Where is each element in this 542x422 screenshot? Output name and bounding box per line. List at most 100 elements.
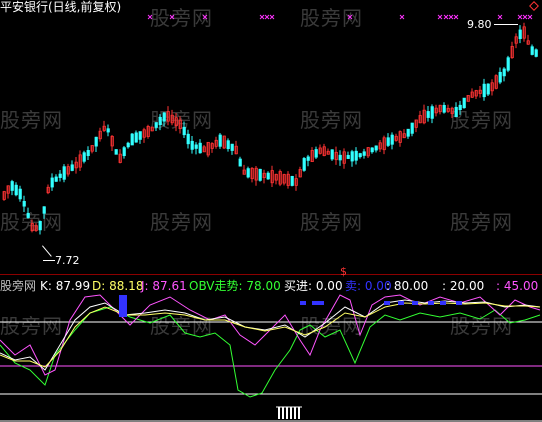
diamond-marker [529,1,539,11]
candle-body [302,158,306,171]
buy-signal-bar [278,407,280,419]
candle-body [134,132,138,143]
candle-body [246,168,250,178]
candle-body [54,176,58,182]
candle-body [458,104,462,111]
legend-sell: 卖: 0.00 [345,279,392,293]
high-price-arrow [494,24,518,25]
candle-body [406,128,410,137]
candle-body [426,111,430,118]
candle-body [362,151,366,156]
candle-body [138,131,142,140]
candle-body [42,206,46,214]
candle-body [154,122,158,128]
legend-level-45: : 45.00 [496,279,539,293]
legend-d: D: 88.18 [92,279,144,293]
candle-body [386,137,390,146]
candlestick-chart[interactable] [0,0,542,275]
legend-k: K: 87.99 [40,279,91,293]
candle-body [126,142,130,148]
candle-body [306,156,310,161]
candle-body [18,188,22,200]
low-price-label: 7.72 [55,254,80,267]
candle-body [70,164,74,171]
sell-signal-mark [412,301,418,305]
sell-signal-mark [312,301,318,305]
candle-body [226,140,230,149]
candle-body [114,149,118,155]
buy-signal-bar [286,407,288,419]
candle-body [10,181,14,191]
candle-body [122,147,126,157]
candle-body [218,134,222,147]
stock-chart-window: 股旁网 股旁网 股旁网 股旁网 股旁网 股旁网 股旁网 股旁网 股旁网 股旁网 … [0,0,542,422]
legend-label: 股旁网 [0,279,37,293]
legend-buy: 买进: 0.00 [284,279,343,293]
candle-body [194,144,198,149]
candle-body [534,49,538,57]
buy-signal-bar [282,407,284,419]
candle-body [58,173,62,178]
candle-body [266,172,270,180]
legend-level-80: : 80.00 [386,279,429,293]
candle-body [50,177,54,188]
candle-body [26,212,30,218]
candle-body [106,128,110,133]
candle-body [258,168,262,181]
sell-signal-bar [119,295,127,317]
candle-body [338,154,342,161]
candle-body [506,57,510,71]
d-line [0,302,541,368]
candle-body [354,150,358,161]
candle-body [182,126,186,136]
chart-title: 平安银行(日线,前复权) [0,0,122,14]
high-price-label: 9.80 [467,18,492,31]
candle-body [86,150,90,156]
candle-body [22,200,26,207]
legend-j: J: 87.61 [141,279,187,293]
candle-body [238,158,242,167]
candle-body [518,29,522,39]
candle-body [350,151,354,162]
candle-body [410,122,414,134]
candle-body [530,46,534,55]
candle-body [390,134,394,145]
candle-body [82,152,86,162]
candle-body [454,106,458,118]
sell-signal-mark [318,301,324,305]
sell-signal-mark [456,301,462,305]
obv-line [0,306,541,398]
candle-body [442,104,446,113]
candle-body [358,153,362,158]
low-price-arrow [43,260,55,261]
candle-body [186,133,190,145]
candle-body [314,149,318,158]
candle-body [374,145,378,151]
candle-body [230,143,234,151]
sell-signal-mark [384,301,390,305]
candle-body [346,154,350,159]
candle-body [482,83,486,98]
j-line [0,294,541,376]
candle-body [94,136,98,147]
buy-signal-bar [294,407,296,419]
candle-body [158,116,162,126]
candle-body [486,83,490,95]
candle-body [502,68,506,77]
candle-body [430,106,434,119]
buy-signal-bar [298,407,300,419]
kdj-indicator-chart[interactable] [0,275,542,422]
candle-body [162,112,166,122]
sell-signal-mark [428,301,434,305]
candle-body [130,133,134,146]
candle-body [462,97,466,109]
candle-body [330,149,334,160]
candle-body [370,147,374,153]
candle-body [498,71,502,83]
candle-body [38,220,42,231]
candle-body [62,166,66,180]
candle-body [198,142,202,154]
sell-signal-mark [398,301,404,305]
legend-level-20: : 20.00 [442,279,485,293]
sell-signal-mark [440,301,446,305]
